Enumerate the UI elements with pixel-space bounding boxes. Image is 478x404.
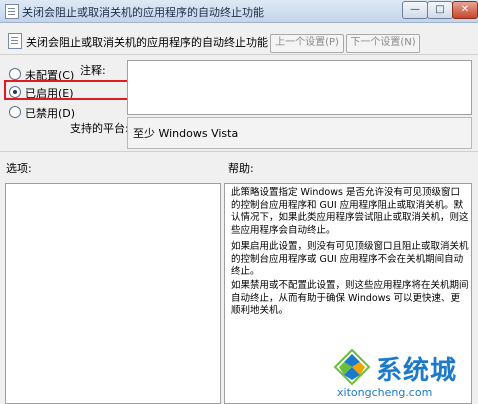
comment-textarea[interactable] (127, 60, 472, 115)
previous-setting-button[interactable]: 上一个设置(P) (270, 34, 344, 53)
watermark-domain: xitongcheng.com (337, 386, 433, 399)
window-title: 关闭会阻止或取消关机的应用程序的自动终止功能 (22, 6, 264, 19)
help-paragraph: 如果禁用或不配置此设置，则这些应用程序将在关机期间自动终止，从而有助于确保 Wi… (231, 280, 469, 316)
comment-label: 注释: (80, 64, 106, 77)
highlight-annotation (4, 80, 135, 100)
close-button[interactable]: ✕ (452, 1, 478, 19)
options-panel (5, 183, 221, 404)
supported-platform-box: 至少 Windows Vista (127, 117, 472, 149)
supported-platform-label: 支持的平台: (70, 122, 129, 135)
title-bar: 关闭会阻止或取消关机的应用程序的自动终止功能 — □ ✕ (0, 0, 478, 23)
supported-platform-value: 至少 Windows Vista (133, 127, 239, 140)
next-setting-button[interactable]: 下一个设置(N) (346, 34, 420, 53)
help-paragraph: 此策略设置指定 Windows 是否允许没有可见顶级窗口的控制台应用程序和 GU… (231, 187, 469, 236)
radio-button[interactable] (9, 68, 21, 80)
setting-title: 关闭会阻止或取消关机的应用程序的自动终止功能 (26, 36, 268, 49)
divider (0, 151, 478, 152)
maximize-button[interactable]: □ (427, 1, 453, 19)
policy-icon (8, 33, 22, 49)
windows-logo-icon (333, 348, 371, 386)
minimize-button[interactable]: — (402, 1, 428, 19)
policy-icon (5, 4, 19, 19)
help-label: 帮助: (228, 162, 254, 175)
radio-label: 已禁用(D) (25, 107, 76, 120)
divider (0, 54, 478, 55)
watermark-brand: 系统城 (376, 356, 458, 386)
options-label: 选项: (6, 162, 32, 175)
help-paragraph: 如果启用此设置，则没有可见顶级窗口且阻止或取消关机的控制台应用程序或 GUI 应… (231, 241, 469, 277)
watermark: 系统城 xitongcheng.com (333, 346, 478, 404)
radio-button[interactable] (9, 106, 21, 118)
